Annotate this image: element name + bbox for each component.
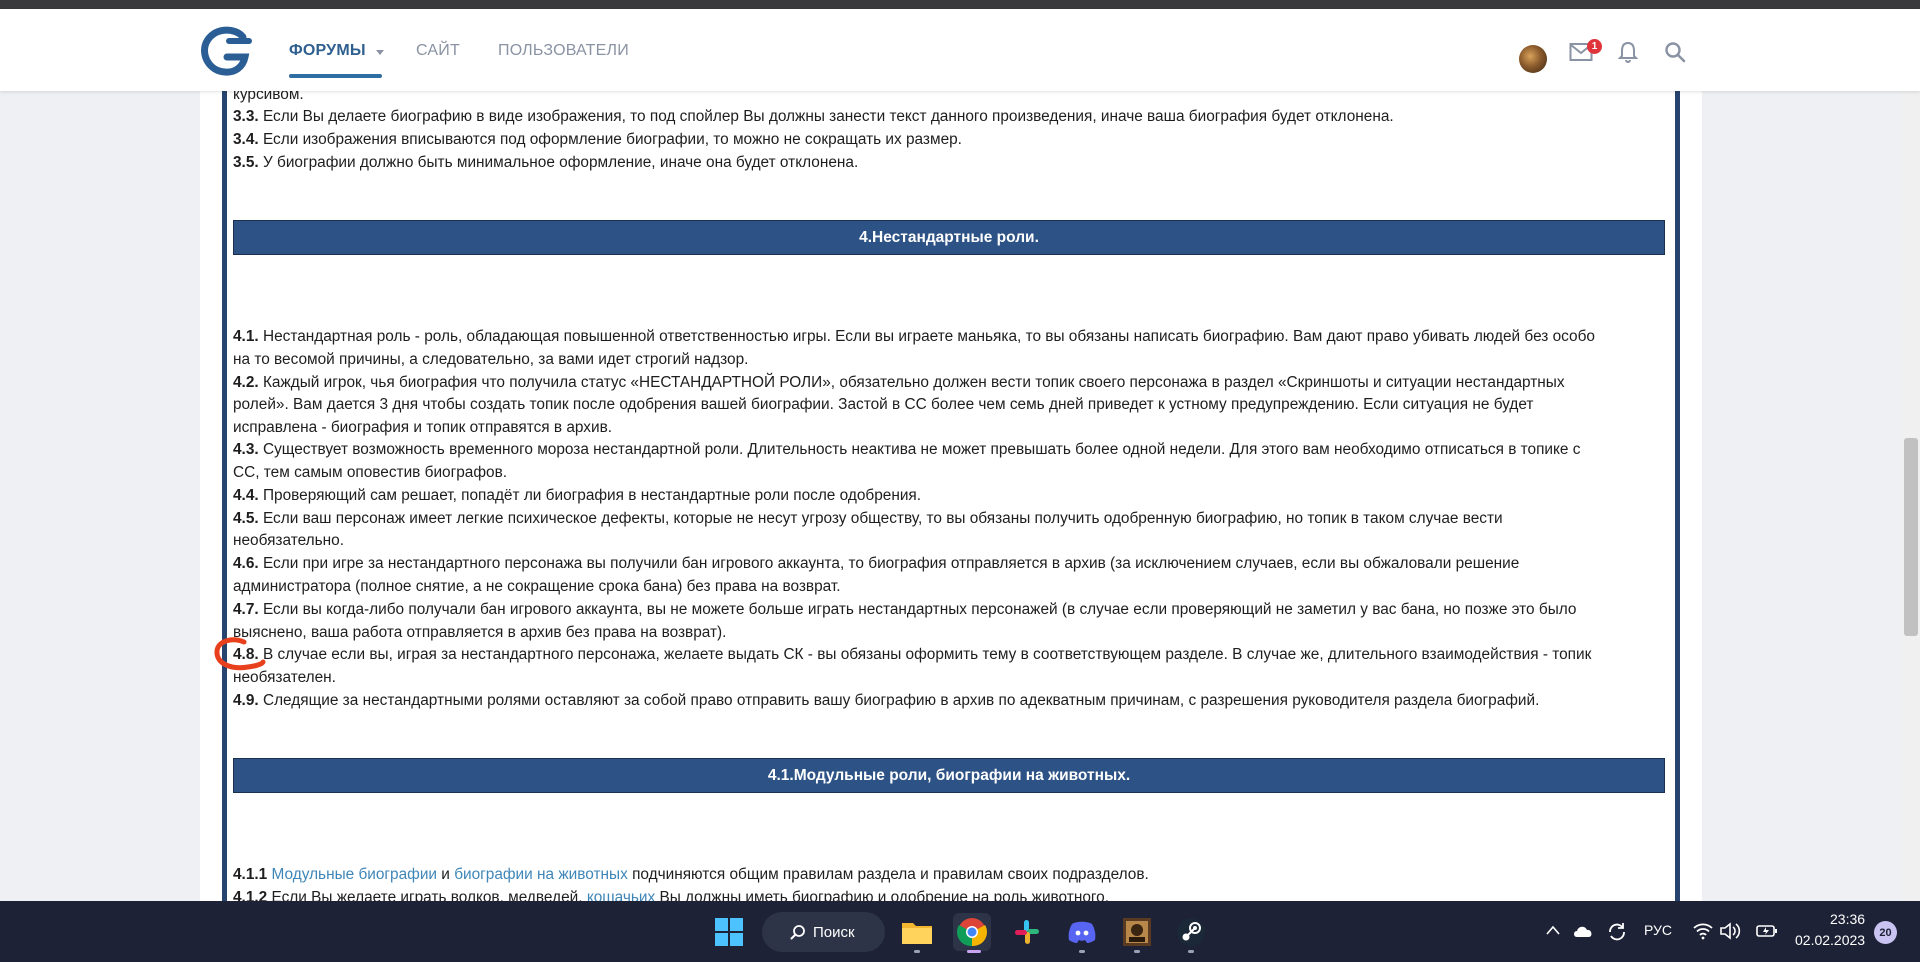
search-icon[interactable] <box>1660 37 1690 67</box>
rule-line: 4.4. Проверяющий сам решает, попадёт ли … <box>233 487 922 504</box>
clock-time[interactable]: 23:36 <box>1830 911 1865 927</box>
scrollbar-thumb[interactable] <box>1904 438 1918 636</box>
notification-count-badge[interactable]: 20 <box>1874 921 1897 944</box>
slack-icon[interactable] <box>1008 913 1046 951</box>
rule-line: 4.6. Если при игре за нестандартного пер… <box>233 555 1520 572</box>
site-logo-icon[interactable] <box>199 25 253 77</box>
running-indicator <box>1134 950 1140 953</box>
running-indicator <box>1188 950 1194 953</box>
onedrive-cloud-icon[interactable] <box>1572 923 1594 939</box>
rule-line: выяснено, ваша работа отправляется в арх… <box>233 624 727 641</box>
clock-date[interactable]: 02.02.2023 <box>1795 932 1865 948</box>
wifi-icon[interactable] <box>1693 922 1713 940</box>
sync-icon[interactable] <box>1606 921 1628 943</box>
link-modular-bios[interactable]: Модульные биографии <box>272 866 438 883</box>
rule-line: 4.1. Нестандартная роль - роль, обладающ… <box>233 328 1595 345</box>
nav-tab-forums[interactable]: ФОРУМЫ <box>289 42 366 60</box>
section-heading: 4.1.Модульные роли, биографии на животны… <box>233 758 1665 793</box>
rule-line: исправлена - биография и топик отправятс… <box>233 419 613 436</box>
rule-line: 3.5. У биографии должно быть минимальное… <box>233 154 859 171</box>
window-top-strip <box>0 0 1920 9</box>
rule-line: 3.4. Если изображения вписываются под оф… <box>233 131 962 148</box>
rule-line: 4.5. Если ваш персонаж имеет легкие псих… <box>233 510 1503 527</box>
rule-line: 4.7. Если вы когда-либо получали бан игр… <box>233 601 1577 618</box>
section-heading: 4.Нестандартные роли. <box>233 220 1665 255</box>
language-indicator[interactable]: РУС <box>1644 922 1672 938</box>
rule-line: 4.8. В случае если вы, играя за нестанда… <box>233 646 1592 663</box>
rule-line: администратора (полное снятие, а не сокр… <box>233 578 841 595</box>
chevron-up-icon[interactable] <box>1546 925 1560 935</box>
nav-tab-site[interactable]: САЙТ <box>416 42 460 60</box>
steam-icon[interactable] <box>1172 913 1210 951</box>
volume-icon[interactable] <box>1719 922 1741 940</box>
rule-line: 4.3. Существует возможность временного м… <box>233 441 1581 458</box>
bell-icon[interactable] <box>1613 37 1643 67</box>
link-animal-bios[interactable]: биографии на животных <box>454 866 628 883</box>
game-app-icon[interactable] <box>1118 913 1156 951</box>
user-avatar[interactable] <box>1519 45 1547 73</box>
moon-icon[interactable] <box>1470 37 1500 67</box>
windows-taskbar: Поиск РУС 23:36 02.02.2023 20 <box>0 901 1920 962</box>
site-navbar: ФОРУМЫ САЙТ ПОЛЬЗОВАТЕЛИ 1 <box>0 9 1920 91</box>
rule-line: 3.3. Если Вы делаете биографию в виде из… <box>233 108 1394 125</box>
rule-line: на то весомой причины, а следовательно, … <box>233 351 749 368</box>
mail-badge: 1 <box>1587 39 1602 54</box>
search-icon <box>790 925 805 940</box>
red-annotation-mark <box>214 637 266 671</box>
chevron-down-icon[interactable] <box>376 50 384 55</box>
running-indicator <box>914 950 920 953</box>
taskbar-search-label: Поиск <box>813 923 855 941</box>
chrome-icon[interactable] <box>953 913 991 951</box>
active-tab-underline <box>289 74 382 78</box>
rule-line: необязательно. <box>233 532 344 549</box>
discord-icon[interactable] <box>1063 913 1101 951</box>
nav-tab-users[interactable]: ПОЛЬЗОВАТЕЛИ <box>498 42 629 60</box>
running-indicator <box>1079 950 1085 953</box>
battery-icon[interactable] <box>1756 923 1778 939</box>
rule-line: ролей». Вам дается 3 дня чтобы создать т… <box>233 396 1534 413</box>
taskbar-search[interactable]: Поиск <box>762 912 885 952</box>
rule-line: 4.9. Следящие за нестандартными ролями о… <box>233 692 1540 709</box>
windows-start-icon[interactable] <box>710 913 748 951</box>
active-indicator <box>967 950 981 953</box>
rule-line: 4.2. Каждый игрок, чья биография что пол… <box>233 374 1565 391</box>
file-explorer-icon[interactable] <box>898 913 936 951</box>
rule-line: СС, тем самым оповестив биографов. <box>233 464 508 481</box>
rule-line: 4.1.1 Модульные биографии и биографии на… <box>233 866 1149 883</box>
